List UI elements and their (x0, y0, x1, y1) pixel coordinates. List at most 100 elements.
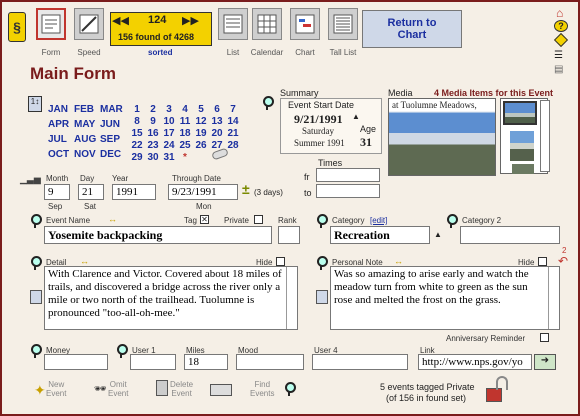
help-icon[interactable]: ? (554, 20, 568, 32)
month-aug[interactable]: AUG (74, 134, 96, 145)
last-record-icon[interactable]: ▶▶ (182, 14, 199, 27)
day-6[interactable]: 6 (210, 104, 224, 115)
category-edit-link[interactable]: [edit] (370, 216, 387, 225)
find-category2-icon[interactable] (446, 214, 458, 228)
user4-field[interactable] (312, 354, 408, 370)
home-icon[interactable]: ⌂ (556, 6, 563, 20)
time-from-field[interactable] (316, 168, 380, 182)
first-record-icon[interactable]: ◀◀ (112, 14, 129, 27)
month-may[interactable]: MAY (74, 119, 95, 130)
private-checkbox[interactable] (254, 215, 263, 224)
day-31[interactable]: 31 (162, 152, 176, 163)
omit-event-icon[interactable]: 🕶 (94, 384, 107, 395)
year-field[interactable]: 1991 (112, 184, 156, 200)
media-thumb-1[interactable] (503, 101, 537, 125)
speed-view-button[interactable] (74, 8, 104, 40)
detail-swap-icon[interactable]: ↔ (80, 256, 89, 266)
day-3[interactable]: 3 (162, 104, 176, 115)
personal-hide-checkbox[interactable] (538, 257, 547, 266)
swap-arrow-icon[interactable]: ↔ (108, 214, 117, 224)
day-2[interactable]: 2 (146, 104, 160, 115)
personal-list-icon[interactable] (316, 290, 328, 304)
delete-event-label[interactable]: Delete Event (170, 380, 193, 398)
list-view-button[interactable] (218, 8, 248, 40)
menu-icon[interactable]: ☰ (554, 50, 563, 61)
category-field[interactable]: Recreation (330, 226, 430, 244)
find-money-icon[interactable] (30, 344, 42, 358)
day-7[interactable]: 7 (226, 104, 240, 115)
day-23[interactable]: 23 (146, 140, 160, 151)
find-event-name-icon[interactable] (30, 214, 42, 228)
open-link-icon[interactable]: ➜ (534, 354, 556, 370)
day-8[interactable]: 8 (130, 116, 144, 127)
month-apr[interactable]: APR (48, 119, 69, 130)
day-12[interactable]: 12 (194, 116, 208, 127)
rank-field[interactable] (278, 226, 300, 244)
media-scrollbar[interactable] (540, 100, 550, 172)
month-jan[interactable]: JAN (48, 104, 68, 115)
media-thumb-2[interactable] (510, 131, 534, 161)
month-mar[interactable]: MAR (100, 104, 123, 115)
find-events-box-icon[interactable] (210, 384, 232, 396)
settings-icon[interactable]: ▤ (554, 64, 563, 75)
day-18[interactable]: 18 (178, 128, 192, 139)
tall-list-view-button[interactable] (328, 8, 358, 40)
trash-icon[interactable] (156, 380, 168, 396)
day-11[interactable]: 11 (178, 116, 192, 127)
media-main-image[interactable]: at Tuolumne Meadows, (388, 98, 496, 176)
day-29[interactable]: 29 (130, 152, 144, 163)
money-field[interactable] (44, 354, 108, 370)
personal-scrollbar[interactable] (548, 267, 558, 329)
month-dec[interactable]: DEC (100, 149, 121, 160)
return-to-chart-button[interactable]: Return to Chart (362, 10, 462, 48)
month-oct[interactable]: OCT (48, 149, 69, 160)
day-4[interactable]: 4 (178, 104, 192, 115)
month-jun[interactable]: JUN (100, 119, 120, 130)
find-events-label[interactable]: Find Events (250, 380, 274, 398)
month-field[interactable]: 9 (44, 184, 70, 200)
detail-scrollbar[interactable] (286, 267, 296, 329)
month-sep[interactable]: SEP (100, 134, 120, 145)
link-field[interactable]: http://www.nps.gov/yo (418, 354, 532, 370)
day-field[interactable]: 21 (78, 184, 104, 200)
month-nov[interactable]: NOV (74, 149, 96, 160)
day-21[interactable]: 21 (226, 128, 240, 139)
day-25[interactable]: 25 (178, 140, 192, 151)
through-date-field[interactable]: 9/23/1991 (168, 184, 238, 200)
calendar-view-button[interactable] (252, 8, 282, 40)
anniversary-checkbox[interactable] (540, 333, 549, 342)
up-arrow-icon[interactable]: ▲ (352, 112, 360, 121)
event-name-field[interactable]: Yosemite backpacking (44, 226, 272, 244)
time-to-field[interactable] (316, 184, 380, 198)
day-14[interactable]: 14 (226, 116, 240, 127)
find-user1-icon[interactable] (116, 344, 128, 358)
day-28[interactable]: 28 (226, 140, 240, 151)
day-1[interactable]: 1 (130, 104, 144, 115)
form-view-button[interactable] (36, 8, 66, 40)
month-feb[interactable]: FEB (74, 104, 94, 115)
new-event-icon[interactable]: ✦ (34, 382, 46, 399)
find-events-icon[interactable] (284, 382, 296, 396)
omit-event-label[interactable]: Omit Event (108, 380, 128, 398)
day-16[interactable]: 16 (146, 128, 160, 139)
day-20[interactable]: 20 (210, 128, 224, 139)
chart-view-button[interactable] (290, 8, 320, 40)
day-19[interactable]: 19 (194, 128, 208, 139)
find-date-icon[interactable] (262, 96, 274, 110)
personal-swap-icon[interactable]: ↔ (394, 256, 403, 266)
detail-list-icon[interactable] (30, 290, 42, 304)
day-22[interactable]: 22 (130, 140, 144, 151)
lock-icon[interactable] (486, 388, 502, 402)
day-24[interactable]: 24 (162, 140, 176, 151)
day-13[interactable]: 13 (210, 116, 224, 127)
day-17[interactable]: 17 (162, 128, 176, 139)
tag-checkbox[interactable]: ✕ (200, 215, 209, 224)
calendar-sort-icon[interactable]: 1↕ (28, 96, 42, 112)
find-personal-note-icon[interactable] (316, 256, 328, 270)
user1-field[interactable] (130, 354, 176, 370)
link-chain-icon[interactable]: § (8, 12, 26, 42)
day-10[interactable]: 10 (162, 116, 176, 127)
day-30[interactable]: 30 (146, 152, 160, 163)
find-category-icon[interactable] (316, 214, 328, 228)
miles-field[interactable]: 18 (184, 354, 228, 370)
